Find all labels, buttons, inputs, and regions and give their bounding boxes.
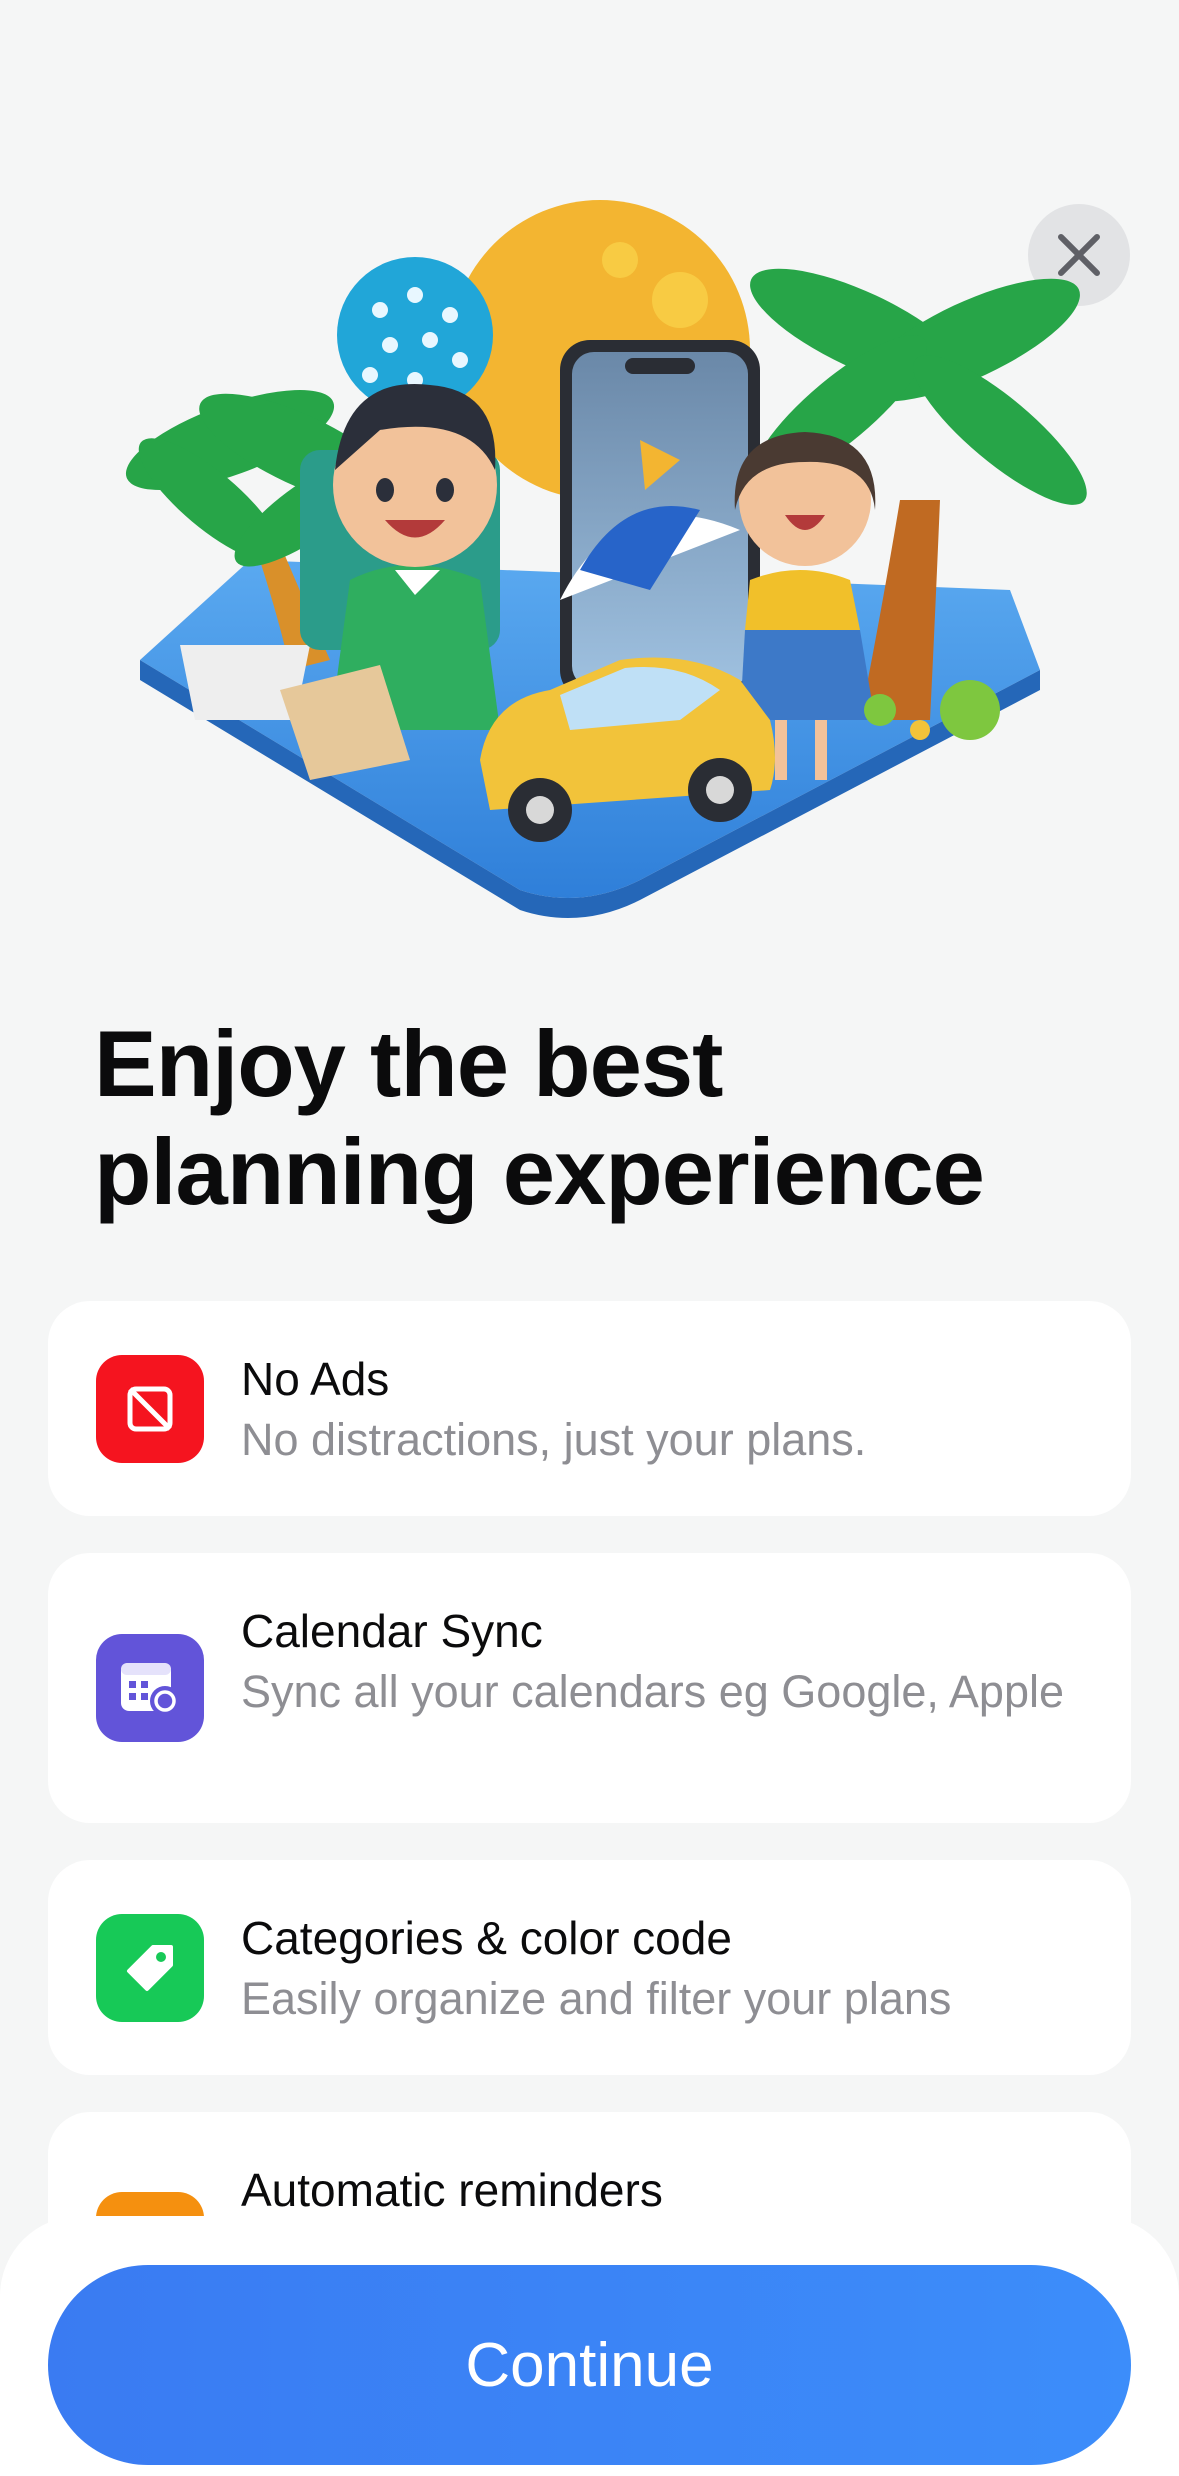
hero-illustration [125,200,1087,918]
no-ads-icon [96,1355,204,1463]
feature-card-categories: Categories & color code Easily organize … [48,1860,1131,2075]
feature-description: No distractions, just your plans. [241,1414,867,1465]
calendar-sync-icon [96,1634,204,1742]
feature-title: Categories & color code [241,1912,732,1964]
feature-title: No Ads [241,1353,390,1405]
feature-title: Calendar Sync [241,1605,543,1657]
page-title: Enjoy the best planning experience [94,1011,985,1224]
feature-card-calendar-sync: Calendar Sync Sync all your calendars eg… [48,1553,1131,1823]
feature-description: Easily organize and filter your plans [241,1973,952,2024]
feature-card-no-ads: No Ads No distractions, just your plans. [48,1301,1131,1516]
tag-icon [96,1914,204,2022]
continue-button[interactable]: Continue [48,2265,1131,2465]
feature-description: Sync all your calendars eg Google, Apple [241,1666,1065,1717]
feature-title: Automatic reminders [241,2164,663,2216]
